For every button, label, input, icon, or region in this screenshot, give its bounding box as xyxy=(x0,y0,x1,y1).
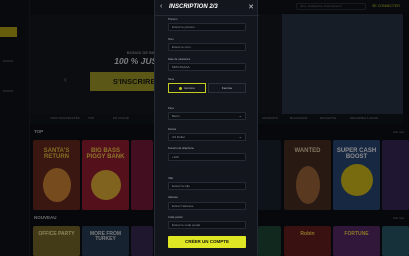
modal-title: INSCRIPTION 2/3 xyxy=(169,4,218,10)
chevron-down-icon: ⌄ xyxy=(238,134,242,139)
first-name-input[interactable]: Entrez le prénom xyxy=(168,23,246,31)
currency-select[interactable]: US Dollar ⌄ xyxy=(168,133,246,141)
gender-option-female[interactable]: Femme xyxy=(208,83,246,93)
country-label: Pays xyxy=(168,107,174,110)
gender-option-label: Femme xyxy=(221,86,233,90)
first-name-label: Prénom xyxy=(168,18,178,21)
birthdate-label: Date de naissance xyxy=(168,58,191,61)
gender-option-label: Homme xyxy=(184,86,195,90)
gender-selector: Homme Femme xyxy=(168,83,246,93)
last-name-label: Nom xyxy=(168,38,174,41)
currency-value: US Dollar xyxy=(172,135,185,139)
country-select[interactable]: Bénin ⌄ xyxy=(168,112,246,120)
address-input[interactable]: Entrez l'adresse xyxy=(168,202,246,210)
last-name-input[interactable]: Entrez le nom xyxy=(168,43,246,51)
city-label: Ville xyxy=(168,177,174,180)
chevron-down-icon: ⌄ xyxy=(238,113,242,118)
close-icon[interactable]: ✕ xyxy=(248,3,254,11)
back-arrow-icon[interactable]: ‹ xyxy=(160,3,162,10)
gender-label: Sexe xyxy=(168,78,175,81)
create-account-button[interactable]: CRÉER UN COMPTE xyxy=(168,236,246,248)
address-label: Adresse xyxy=(168,196,178,199)
postal-code-label: Code postal xyxy=(168,216,183,219)
modal-header: ‹ INSCRIPTION 2/3 ✕ xyxy=(155,0,259,16)
phone-input[interactable]: +229 xyxy=(168,153,246,161)
birthdate-input[interactable]: MM/JJ/AAAA xyxy=(168,63,246,71)
currency-label: Devise xyxy=(168,128,177,131)
radio-selected-icon xyxy=(179,86,183,90)
postal-code-input[interactable]: Entrez le code postal xyxy=(168,221,246,229)
phone-label: Numéro de téléphone xyxy=(168,147,194,150)
gender-option-male[interactable]: Homme xyxy=(168,83,206,93)
registration-modal: ‹ INSCRIPTION 2/3 ✕ Prénom Entrez le pré… xyxy=(154,0,259,256)
country-value: Bénin xyxy=(172,114,180,118)
city-input[interactable]: Entrez la ville xyxy=(168,182,246,190)
